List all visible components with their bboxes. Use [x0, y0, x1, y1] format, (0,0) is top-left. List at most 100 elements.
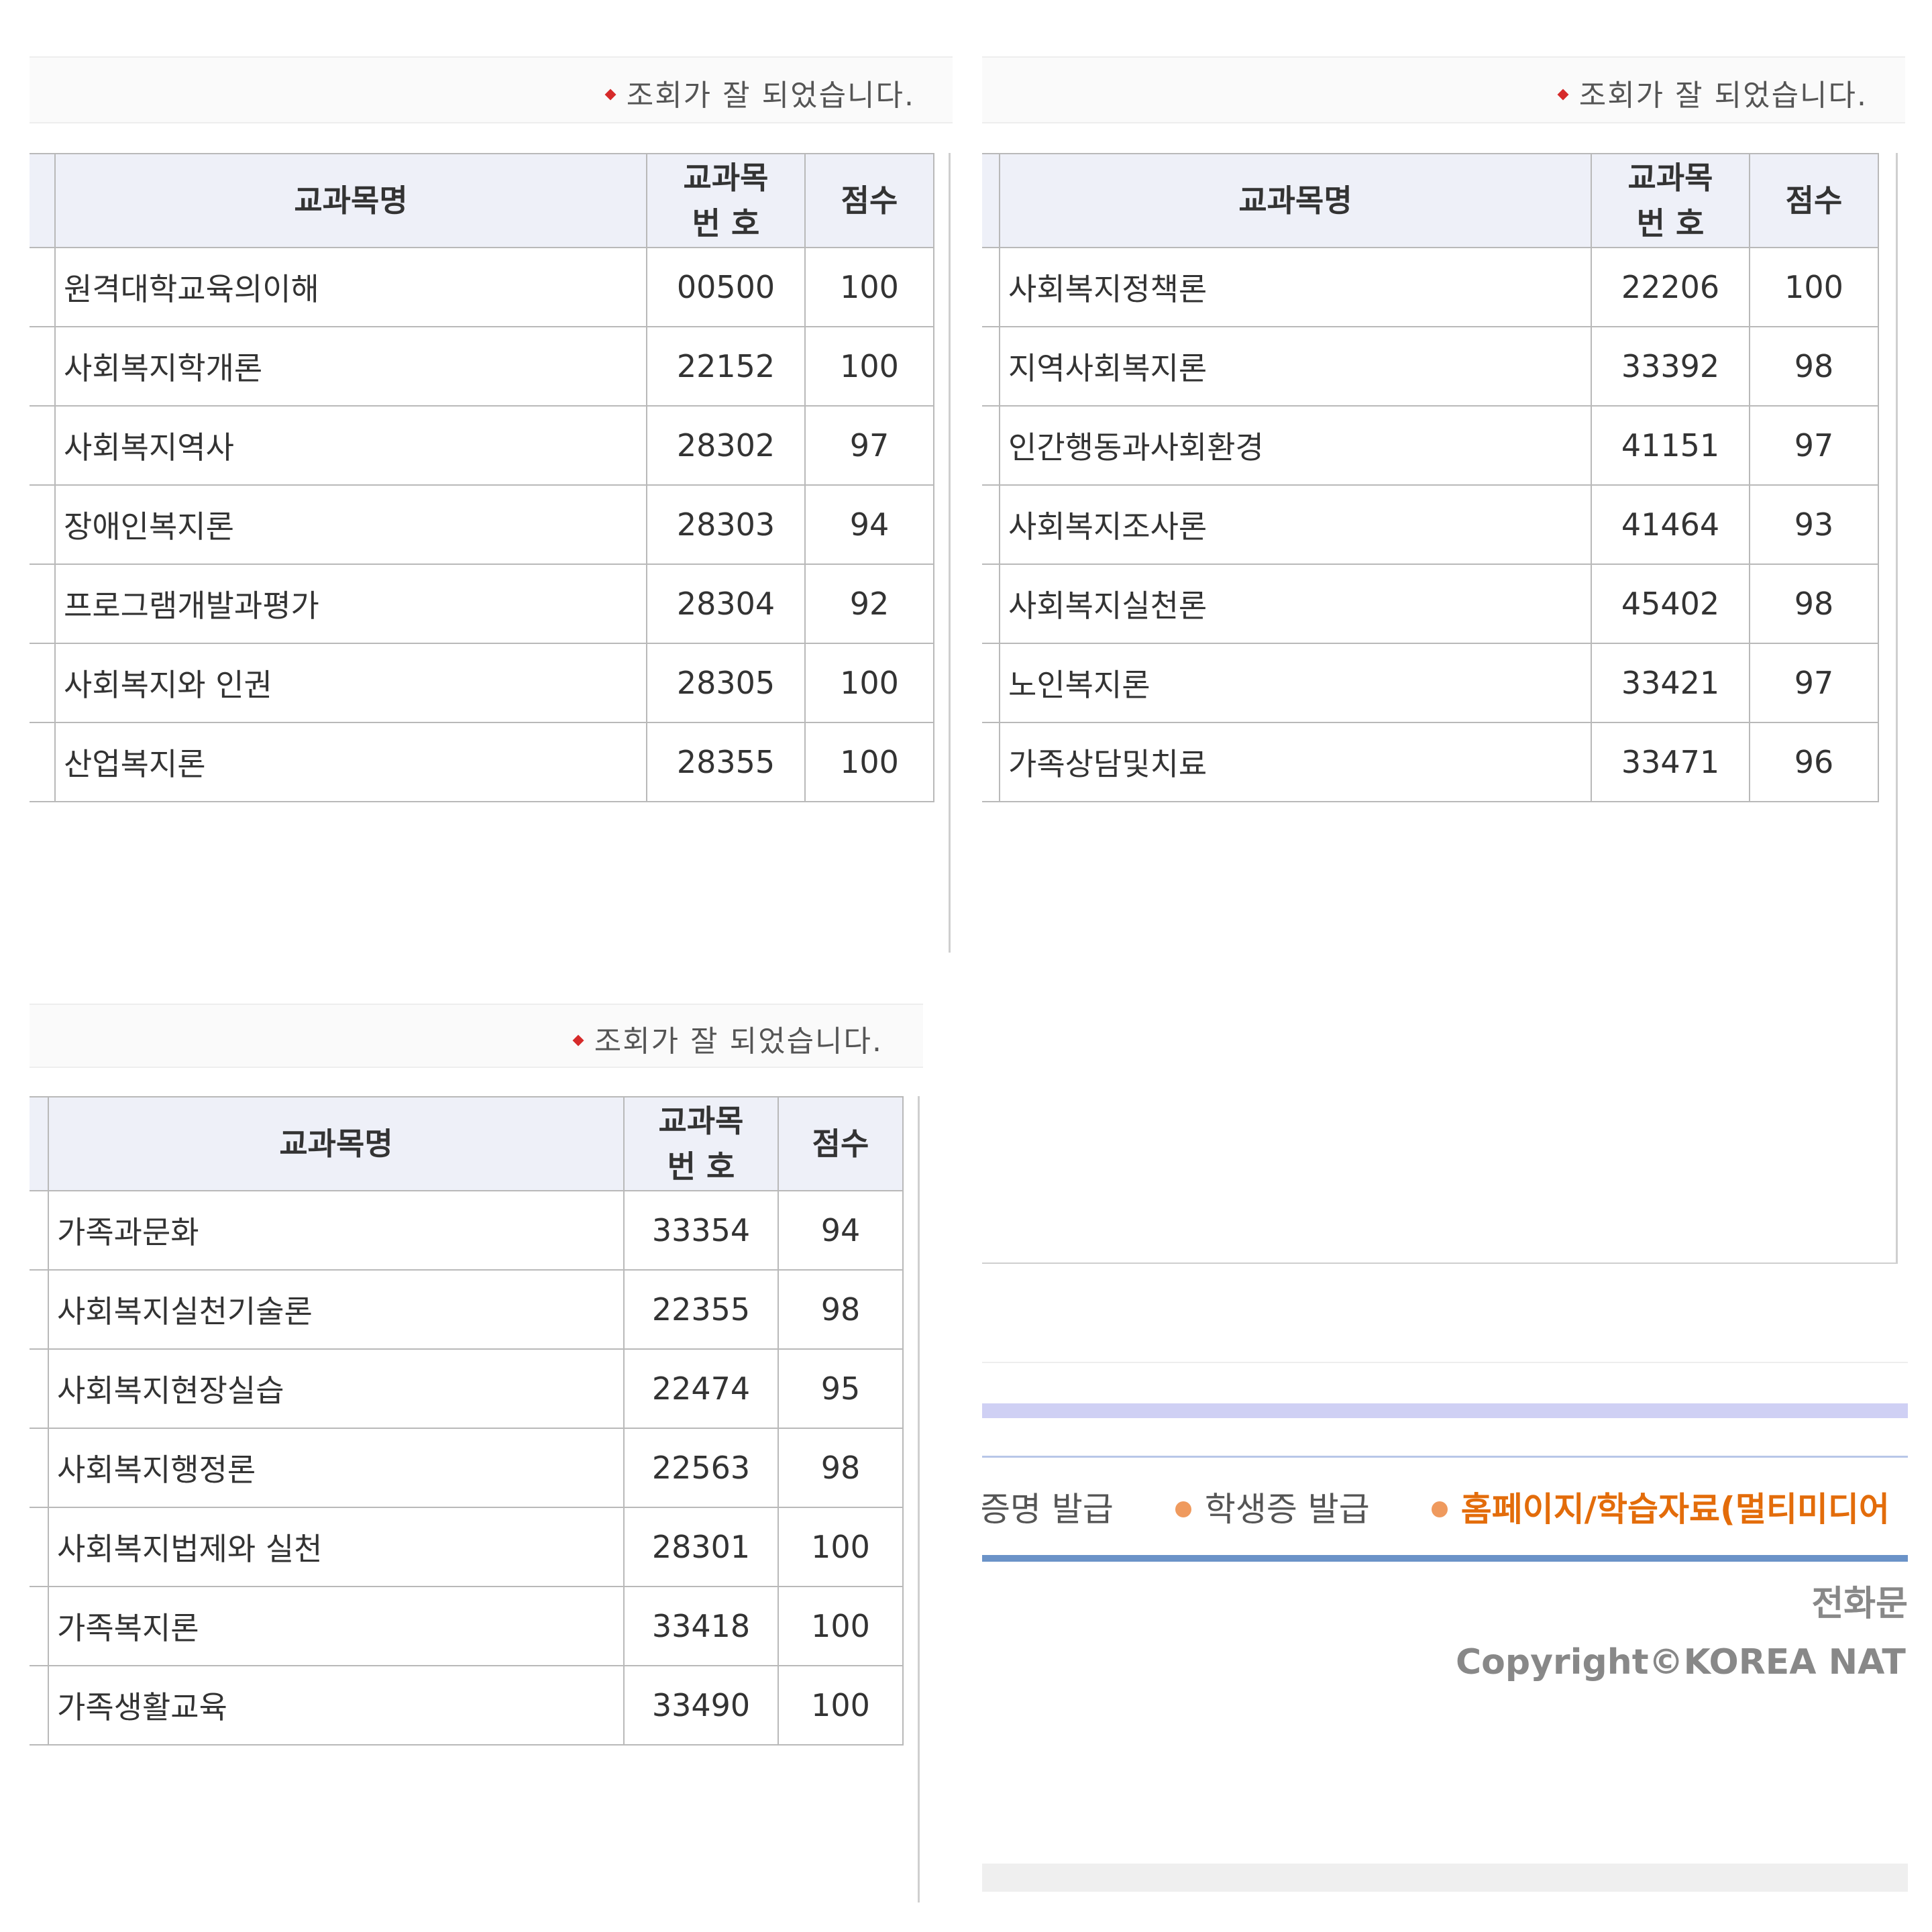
table-row: 가족생활교육 33490 100 [30, 1665, 904, 1746]
score-cell: 100 [1749, 247, 1879, 327]
status-message: 조회가 잘 되었습니다. [604, 71, 915, 114]
status-bar: 조회가 잘 되었습니다. [30, 1004, 923, 1068]
header-score: 점수 [777, 1096, 904, 1191]
course-name-cell: 사회복지조사론 [999, 484, 1592, 565]
header-course-code: 교과목 번 호 [1591, 153, 1750, 248]
header-score: 점수 [804, 153, 934, 248]
red-bullet-icon [604, 89, 616, 101]
site-footer: ! 증명 발급 학생증 발급 홈페이지/학습자료(멀티미디어 전화문 Copyrig… [982, 1362, 1908, 1892]
course-name-cell: 사회복지정책론 [999, 247, 1592, 327]
score-cell: 100 [804, 722, 934, 802]
table-row: 사회복지조사론 41464 93 [982, 484, 1879, 565]
course-name-cell: 가족복지론 [48, 1586, 625, 1666]
course-code-cell: 33354 [623, 1190, 779, 1271]
score-cell: 95 [777, 1348, 904, 1429]
panel-bottom-border [982, 1263, 1897, 1264]
course-code-cell: 22206 [1591, 247, 1750, 327]
header-course-name: 교과목명 [999, 153, 1592, 248]
course-code-cell: 28305 [646, 643, 806, 723]
footer-link-student-id[interactable]: 학생증 발급 [1205, 1490, 1370, 1529]
course-name-cell: 가족상담및치료 [999, 722, 1592, 802]
grades-panel-3: 조회가 잘 되었습니다. 교과목명 교과목 번 호 점수 가족과문화 33354 94… [30, 982, 953, 1902]
course-code-cell: 33418 [623, 1586, 779, 1666]
score-cell: 100 [804, 326, 934, 407]
course-name-cell: 원격대학교육의이해 [54, 247, 647, 327]
red-bullet-icon [572, 1034, 584, 1046]
table-row: 가족상담및치료 33471 96 [982, 722, 1879, 802]
score-cell: 97 [804, 405, 934, 486]
score-cell: 92 [804, 564, 934, 644]
table-row: 인간행동과사회환경 41151 97 [982, 405, 1879, 486]
course-code-cell: 22474 [623, 1348, 779, 1429]
course-name-cell: 장애인복지론 [54, 484, 647, 565]
course-code-cell: 28355 [646, 722, 806, 802]
score-cell: 93 [1749, 484, 1879, 565]
footer-phone-label: 전화문 [1811, 1584, 1908, 1624]
footer-link-homepage-multimedia[interactable]: 홈페이지/학습자료(멀티미디어 [1461, 1490, 1890, 1529]
score-cell: 100 [804, 247, 934, 327]
status-message: 조회가 잘 되었습니다. [1557, 71, 1868, 114]
table-row: 가족과문화 33354 94 [30, 1190, 904, 1271]
row-stub-header [30, 1096, 49, 1191]
score-cell: 98 [777, 1428, 904, 1508]
course-name-cell: 사회복지실천론 [999, 564, 1592, 644]
header-score: 점수 [1749, 153, 1879, 248]
course-code-cell: 28303 [646, 484, 806, 565]
table-row: 사회복지역사 28302 97 [30, 405, 934, 486]
header-course-name: 교과목명 [54, 153, 647, 248]
header-course-code: 교과목 번 호 [646, 153, 806, 248]
course-name-cell: 사회복지현장실습 [48, 1348, 625, 1429]
course-code-cell: 45402 [1591, 564, 1750, 644]
footer-accent-band [982, 1403, 1908, 1418]
footer-link-certificate[interactable]: ! 증명 발급 [982, 1490, 1114, 1529]
course-name-cell: 사회복지실천기술론 [48, 1269, 625, 1350]
status-bar: 조회가 잘 되었습니다. [982, 56, 1905, 123]
grades-panel-1: 조회가 잘 되었습니다. 교과목명 교과목 번 호 점수 원격대학교육의이해 005… [30, 30, 953, 953]
score-cell: 97 [1749, 405, 1879, 486]
grades-table: 교과목명 교과목 번 호 점수 사회복지정책론 22206 100 지역사회복지론 33… [982, 153, 1879, 802]
score-cell: 100 [804, 643, 934, 723]
course-code-cell: 22355 [623, 1269, 779, 1350]
course-name-cell: 가족생활교육 [48, 1665, 625, 1746]
course-code-cell: 00500 [646, 247, 806, 327]
score-cell: 97 [1749, 643, 1879, 723]
header-course-name: 교과목명 [48, 1096, 625, 1191]
table-row: 사회복지법제와 실천 28301 100 [30, 1507, 904, 1587]
course-name-cell: 사회복지학개론 [54, 326, 647, 407]
scroll-edge-line [1896, 153, 1898, 1264]
table-row: 원격대학교육의이해 00500 100 [30, 247, 934, 327]
scroll-edge-line [918, 1096, 920, 1902]
table-row: 사회복지정책론 22206 100 [982, 247, 1879, 327]
table-row: 사회복지학개론 22152 100 [30, 326, 934, 407]
table-row: 사회복지실천론 45402 98 [982, 564, 1879, 644]
course-code-cell: 28301 [623, 1507, 779, 1587]
table-row: 사회복지현장실습 22474 95 [30, 1348, 904, 1429]
course-code-cell: 33490 [623, 1665, 779, 1746]
course-code-cell: 28302 [646, 405, 806, 486]
table-row: 사회복지와 인권 28305 100 [30, 643, 934, 723]
table-row: 노인복지론 33421 97 [982, 643, 1879, 723]
table-row: 사회복지행정론 22563 98 [30, 1428, 904, 1508]
course-code-cell: 33421 [1591, 643, 1750, 723]
grades-table: 교과목명 교과목 번 호 점수 가족과문화 33354 94 사회복지실천기술론 223… [30, 1096, 904, 1746]
footer-nav: ! 증명 발급 학생증 발급 홈페이지/학습자료(멀티미디어 [982, 1483, 1908, 1531]
footer-thin-line [982, 1456, 1908, 1458]
course-code-cell: 41151 [1591, 405, 1750, 486]
course-name-cell: 가족과문화 [48, 1190, 625, 1271]
score-cell: 100 [777, 1586, 904, 1666]
table-row: 프로그램개발과평가 28304 92 [30, 564, 934, 644]
table-row: 사회복지실천기술론 22355 98 [30, 1269, 904, 1350]
grades-table: 교과목명 교과목 번 호 점수 원격대학교육의이해 00500 100 사회복지학개론… [30, 153, 934, 802]
table-row: 가족복지론 33418 100 [30, 1586, 904, 1666]
row-stub-header [982, 153, 1000, 248]
score-cell: 94 [777, 1190, 904, 1271]
course-name-cell: 사회복지법제와 실천 [48, 1507, 625, 1587]
orange-bullet-icon [1175, 1501, 1191, 1517]
grades-panel-2: 조회가 잘 되었습니다. 교과목명 교과목 번 호 점수 사회복지정책론 22206… [982, 30, 1908, 1264]
footer-copyright: Copyright©KOREA NATIOI [1456, 1642, 1908, 1682]
score-cell: 96 [1749, 722, 1879, 802]
course-code-cell: 41464 [1591, 484, 1750, 565]
course-name-cell: 지역사회복지론 [999, 326, 1592, 407]
course-name-cell: 사회복지와 인권 [54, 643, 647, 723]
score-cell: 100 [777, 1665, 904, 1746]
